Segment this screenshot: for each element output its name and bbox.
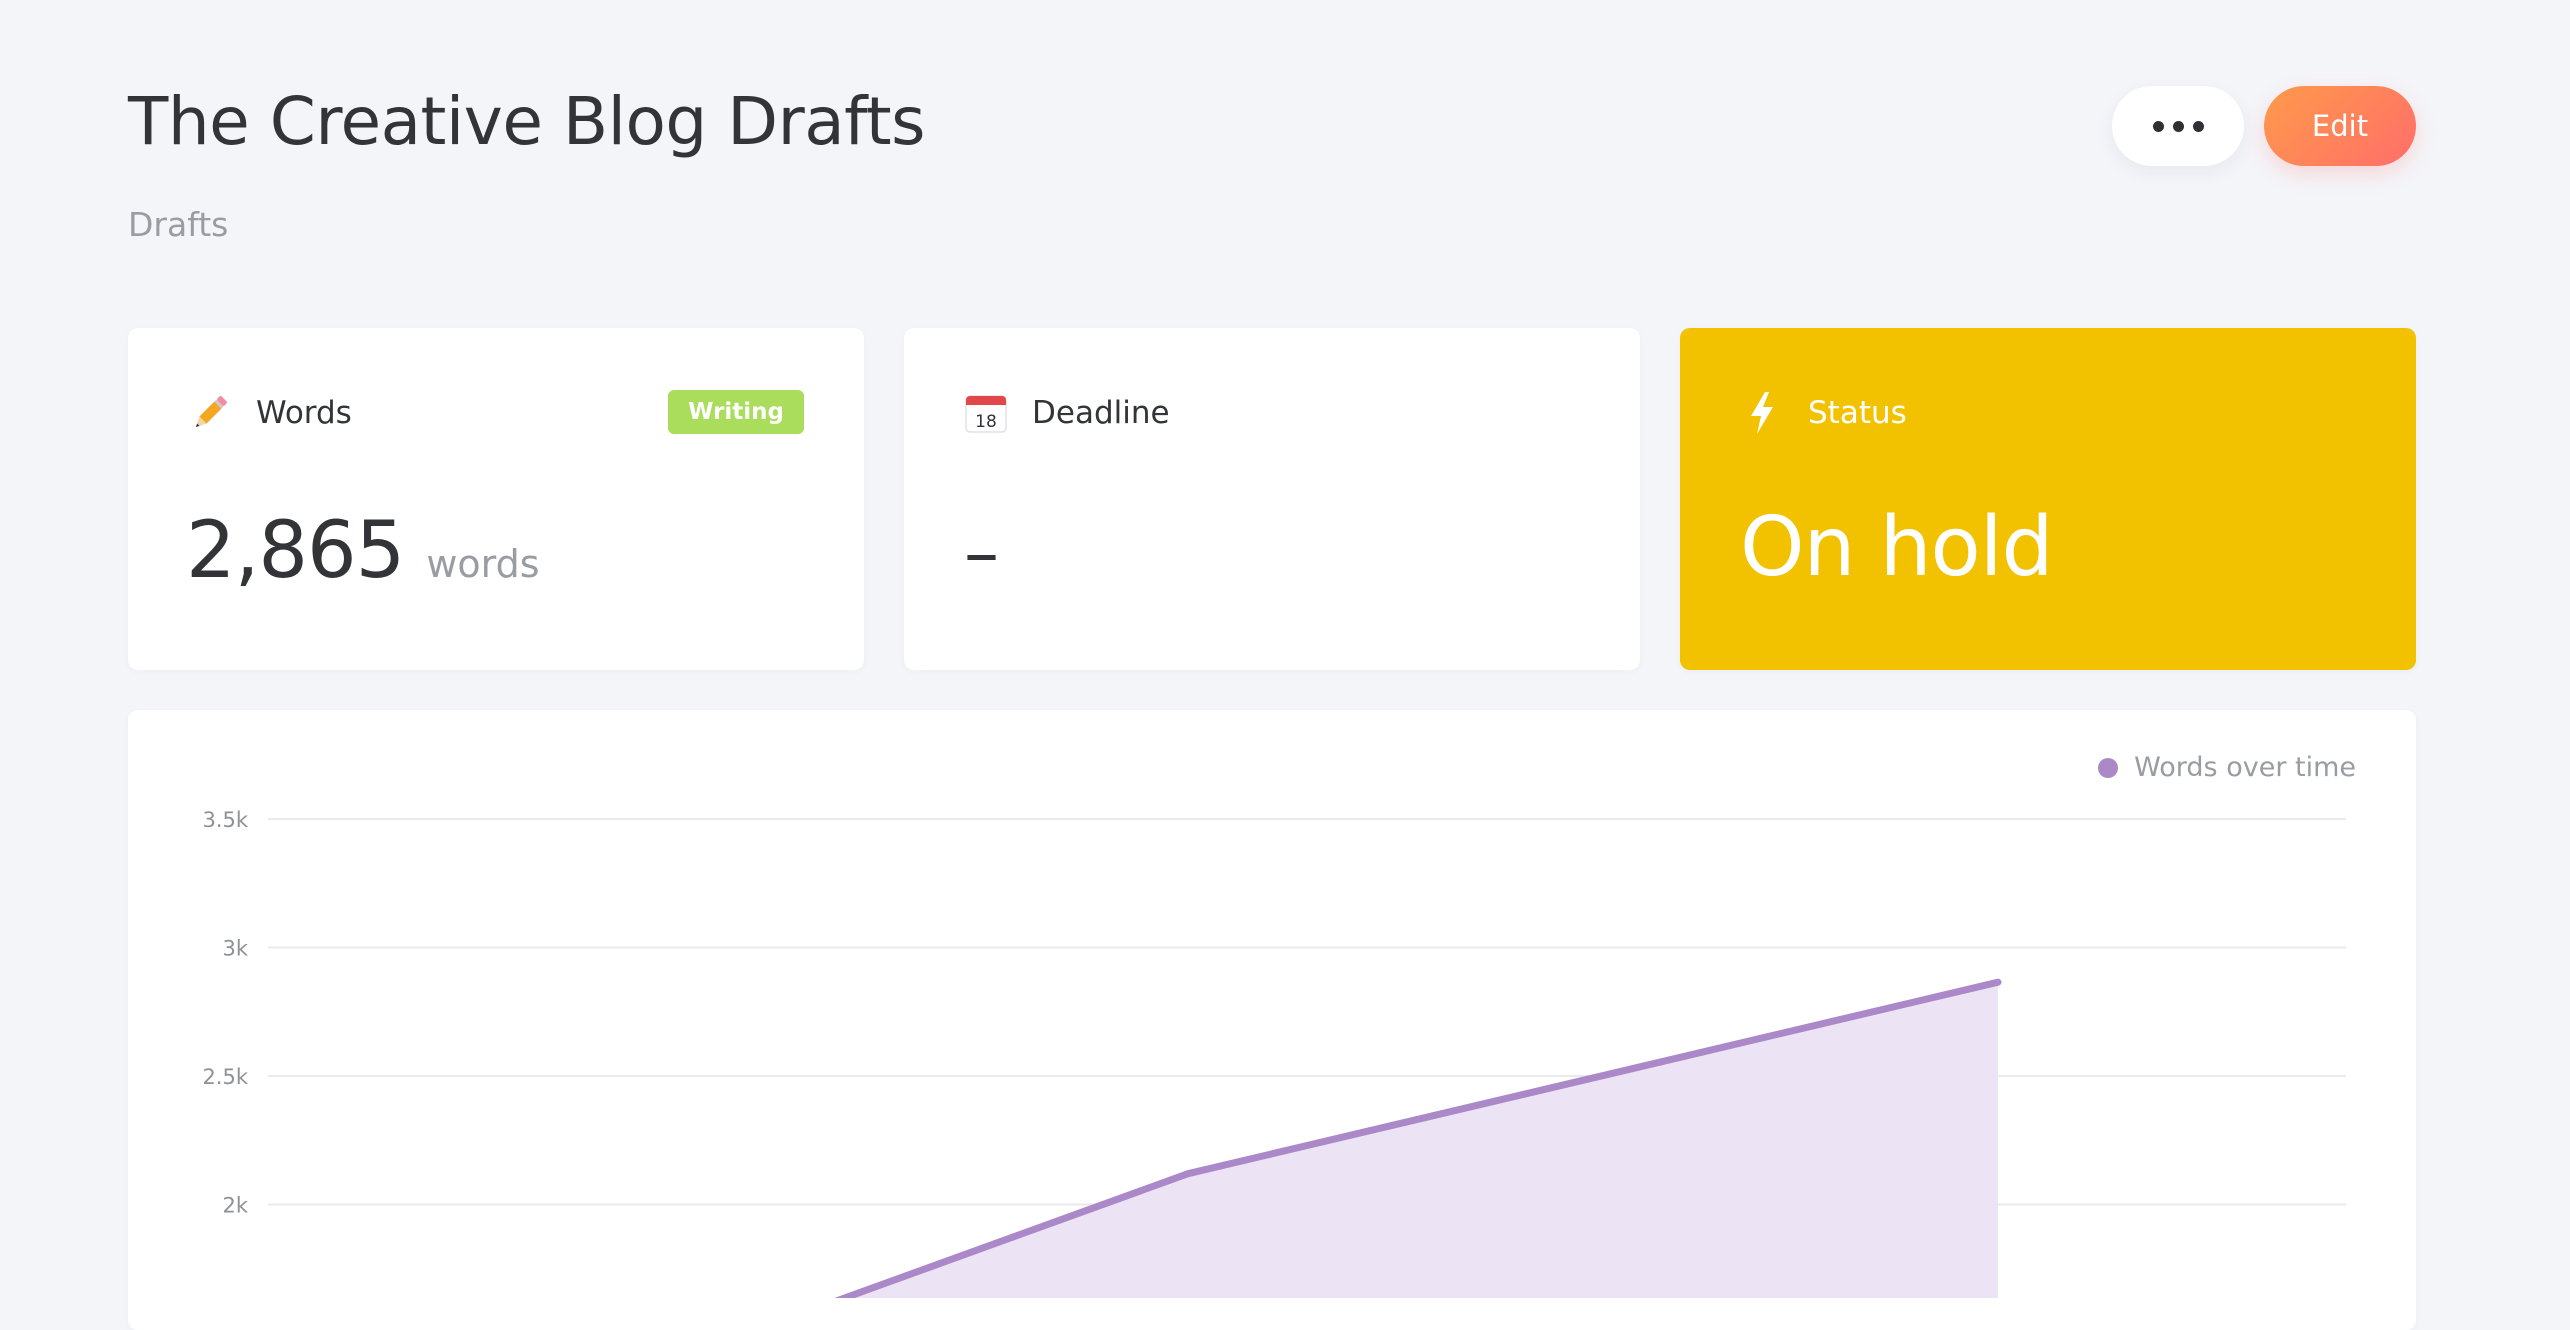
calendar-day: 18 (975, 412, 997, 432)
words-label: Words (256, 395, 352, 431)
y-tick-label: 2.5k (202, 1065, 248, 1089)
words-value-row: 2,865 words (186, 506, 540, 596)
words-chart-card: Words over time 3.5k3k2.5k2k (128, 710, 2416, 1330)
y-tick-label: 3k (222, 937, 248, 961)
words-card: Words Writing 2,865 words (128, 328, 864, 670)
words-card-header: Words (186, 388, 352, 438)
status-card-header: Status (1738, 388, 1907, 438)
more-dots-icon (2153, 121, 2204, 132)
deadline-label: Deadline (1032, 395, 1170, 431)
words-unit: words (426, 542, 539, 586)
status-card: Status On hold (1680, 328, 2416, 670)
page-header: The Creative Blog Drafts Drafts Edit (128, 78, 2416, 268)
page-title: The Creative Blog Drafts (128, 78, 925, 166)
edit-button[interactable]: Edit (2264, 86, 2416, 166)
words-chart: 3.5k 3k 2.5k 2k (128, 710, 2416, 1298)
y-tick-label: 2k (222, 1194, 248, 1218)
writing-badge: Writing (668, 390, 804, 434)
deadline-card-header: 18 Deadline (962, 388, 1170, 438)
header-actions: Edit (2112, 86, 2416, 166)
calendar-icon: 18 (962, 389, 1010, 437)
status-label: Status (1808, 395, 1907, 431)
lightning-icon (1738, 389, 1786, 437)
pencil-icon (186, 389, 234, 437)
breadcrumb[interactable]: Drafts (128, 203, 228, 247)
status-value: On hold (1740, 500, 2053, 595)
y-tick-label: 3.5k (202, 808, 248, 832)
deadline-value: – (964, 512, 999, 594)
deadline-card: 18 Deadline – (904, 328, 1640, 670)
more-options-button[interactable] (2112, 86, 2244, 166)
words-count: 2,865 (186, 506, 404, 596)
